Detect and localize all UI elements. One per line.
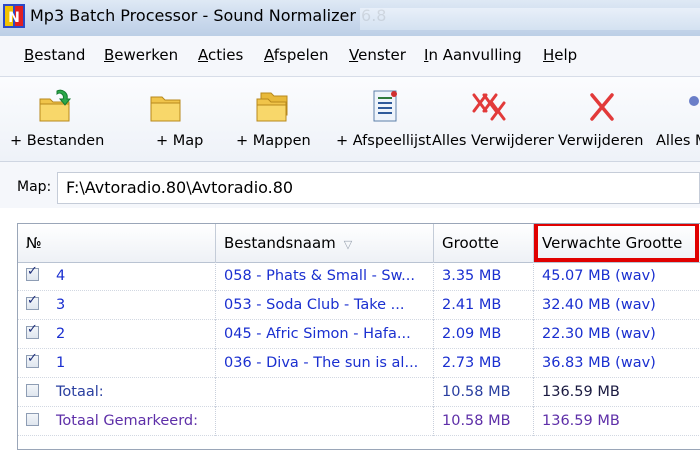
remove-all-label: Alles Verwijderen — [432, 133, 554, 149]
remove-all-button[interactable]: Alles Verwijderen — [432, 77, 554, 161]
total-size: 10.58 MB — [434, 378, 534, 407]
table-row[interactable]: 3 053 - Soda Club - Take ... 2.41 MB 32.… — [18, 291, 700, 320]
path-row: Map: F:\Avtoradio.80\Avtoradio.80 — [0, 162, 700, 208]
mark-all-button[interactable]: Alles M — [650, 77, 700, 161]
remove-all-icon — [472, 93, 506, 121]
add-playlist-label: + Afspeellijst — [336, 133, 432, 149]
file-table: № Bestandsnaam ▽ Grootte Verwachte Groott… — [17, 223, 700, 450]
column-header-size[interactable]: Grootte — [434, 224, 534, 262]
total-label: Totaal: — [18, 378, 216, 407]
row-number: 4 — [18, 262, 216, 291]
menu-afspelen[interactable]: Afspelen — [264, 46, 328, 64]
row-size: 3.35 MB — [434, 262, 534, 291]
folder-icon — [150, 96, 181, 122]
row-expected-size: 32.40 MB (wav) — [542, 297, 656, 313]
total-expected-size: 136.59 MB — [542, 384, 620, 400]
sort-down-icon: ▽ — [343, 238, 353, 251]
menu-bewerken[interactable]: Bewerken — [104, 46, 178, 64]
row-checkbox[interactable] — [26, 264, 39, 281]
empty-row — [18, 436, 700, 449]
row-checkbox[interactable] — [26, 293, 39, 310]
mark-all-label: Alles M — [656, 133, 700, 149]
window-title: Mp3 Batch Processor - Sound Normalizer 6… — [30, 6, 387, 25]
app-window: N Mp3 Batch Processor - Sound Normalizer… — [0, 0, 700, 450]
row-filename: 053 - Soda Club - Take ... — [216, 291, 434, 320]
add-folder-button[interactable]: + Map — [110, 77, 220, 161]
row-size: 2.73 MB — [434, 349, 534, 378]
row-number: 3 — [18, 291, 216, 320]
column-header-filename[interactable]: Bestandsnaam ▽ — [216, 224, 434, 262]
column-header-no[interactable]: № — [18, 224, 216, 262]
table-header: № Bestandsnaam ▽ Grootte Verwachte Groott… — [18, 224, 700, 263]
total-marked-row[interactable]: Totaal Gemarkeerd: 10.58 MB 136.59 MB — [18, 407, 700, 436]
add-files-label: + Bestanden — [10, 133, 105, 149]
path-input[interactable]: F:\Avtoradio.80\Avtoradio.80 — [57, 172, 700, 204]
remove-label: Verwijderen — [558, 133, 644, 149]
add-files-button[interactable]: + Bestanden — [0, 77, 110, 161]
add-folders-label: + Mappen — [236, 133, 311, 149]
menu-bar: Bestand Bewerken Acties Afspelen Venster… — [0, 36, 700, 77]
row-checkbox[interactable] — [26, 322, 39, 339]
total-marked-expected-size: 136.59 MB — [542, 413, 620, 429]
row-filename: 036 - Diva - The sun is al... — [216, 349, 434, 378]
folder-add-icon — [39, 89, 72, 122]
title-bar: N Mp3 Batch Processor - Sound Normalizer… — [0, 0, 700, 36]
menu-help[interactable]: Help — [543, 46, 577, 64]
add-folders-button[interactable]: + Mappen — [220, 77, 332, 161]
total-row[interactable]: Totaal: 10.58 MB 136.59 MB — [18, 378, 700, 407]
total-checkbox[interactable] — [26, 384, 39, 397]
remove-icon — [590, 93, 614, 121]
row-expected-size: 22.30 MB (wav) — [542, 326, 656, 342]
total-marked-filename-empty — [216, 407, 434, 436]
total-filename-empty — [216, 378, 434, 407]
menu-in-aanvulling[interactable]: In Aanvulling — [424, 46, 522, 64]
row-expected-size: 36.83 MB (wav) — [542, 355, 656, 371]
highlight-box — [534, 224, 699, 262]
row-number: 1 — [18, 349, 216, 378]
total-marked-label: Totaal Gemarkeerd: — [18, 407, 216, 436]
path-label: Map: — [17, 179, 52, 195]
row-filename: 058 - Phats & Small - Sw... — [216, 262, 434, 291]
row-expected-size: 45.07 MB (wav) — [542, 268, 656, 284]
add-folder-label: + Map — [156, 133, 204, 149]
title-bar-blur — [360, 8, 700, 30]
mark-all-icon — [689, 96, 699, 106]
menu-bestand[interactable]: Bestand — [24, 46, 85, 64]
row-checkbox[interactable] — [26, 351, 39, 368]
playlist-icon — [373, 90, 397, 122]
column-header-filename-label: Bestandsnaam — [224, 234, 336, 252]
table-row[interactable]: 1 036 - Diva - The sun is al... 2.73 MB … — [18, 349, 700, 378]
row-size: 2.41 MB — [434, 291, 534, 320]
row-number: 2 — [18, 320, 216, 349]
remove-button[interactable]: Verwijderen — [554, 77, 650, 161]
table-row[interactable]: 2 045 - Afric Simon - Hafa... 2.09 MB 22… — [18, 320, 700, 349]
app-logo-icon: N — [3, 4, 25, 28]
total-marked-checkbox[interactable] — [26, 413, 39, 426]
menu-venster[interactable]: Venster — [349, 46, 406, 64]
toolbar: + Bestanden + Map + Mappen + Afspeellijs… — [0, 77, 700, 162]
table-row[interactable]: 4 058 - Phats & Small - Sw... 3.35 MB 45… — [18, 262, 700, 291]
folders-icon — [256, 92, 288, 122]
total-marked-size: 10.58 MB — [434, 407, 534, 436]
row-size: 2.09 MB — [434, 320, 534, 349]
row-filename: 045 - Afric Simon - Hafa... — [216, 320, 434, 349]
svg-text:N: N — [8, 10, 20, 26]
menu-acties[interactable]: Acties — [198, 46, 243, 64]
add-playlist-button[interactable]: + Afspeellijst — [332, 77, 432, 161]
